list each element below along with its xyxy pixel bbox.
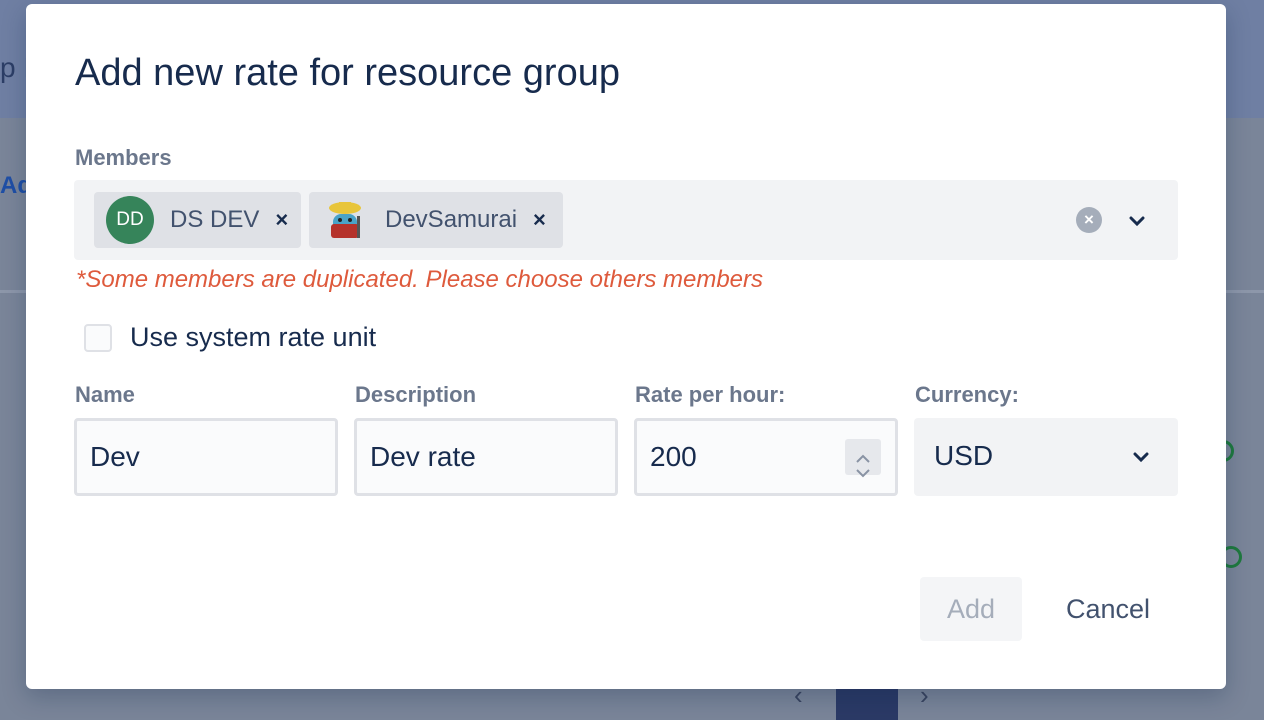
currency-label: Currency: bbox=[915, 382, 1019, 407]
modal-title: Add new rate for resource group bbox=[75, 52, 620, 94]
rate-label: Rate per hour: bbox=[635, 382, 786, 407]
remove-member-icon[interactable]: × bbox=[533, 207, 546, 233]
member-chip-label: DS DEV bbox=[170, 206, 260, 233]
description-label: Description bbox=[355, 382, 477, 407]
member-chip-devsamurai: DevSamurai × bbox=[309, 192, 563, 248]
members-error-message: *Some members are duplicated. Please cho… bbox=[76, 266, 763, 293]
add-rate-modal: Add new rate for resource group Members … bbox=[26, 4, 1226, 689]
system-rate-label: Use system rate unit bbox=[130, 322, 377, 352]
remove-member-icon[interactable]: × bbox=[275, 207, 288, 233]
rate-field[interactable]: 200 bbox=[634, 418, 898, 496]
description-field[interactable]: Dev rate bbox=[354, 418, 618, 496]
chevron-down-icon bbox=[1128, 444, 1154, 470]
cancel-button[interactable]: Cancel bbox=[1040, 577, 1176, 641]
currency-select[interactable]: USD bbox=[914, 418, 1178, 496]
members-label: Members bbox=[75, 145, 172, 170]
add-button[interactable]: Add bbox=[920, 577, 1022, 641]
system-rate-checkbox[interactable] bbox=[84, 324, 112, 352]
member-chip-label: DevSamurai bbox=[385, 206, 518, 233]
pager-current-page bbox=[836, 684, 898, 720]
description-value: Dev rate bbox=[370, 441, 476, 472]
number-stepper-icon[interactable] bbox=[845, 439, 881, 478]
name-field[interactable]: Dev bbox=[74, 418, 338, 496]
avatar: DD bbox=[106, 196, 154, 244]
name-label: Name bbox=[75, 382, 135, 407]
member-chip-ds-dev: DD DS DEV × bbox=[94, 192, 301, 248]
chevron-down-icon[interactable] bbox=[1124, 208, 1150, 234]
samurai-avatar bbox=[321, 196, 369, 244]
members-select[interactable]: DD DS DEV × DevSamurai × × bbox=[74, 180, 1178, 260]
rate-value: 200 bbox=[650, 441, 697, 472]
currency-value: USD bbox=[934, 440, 994, 471]
clear-selection-icon[interactable]: × bbox=[1076, 207, 1102, 233]
name-value: Dev bbox=[90, 441, 140, 472]
